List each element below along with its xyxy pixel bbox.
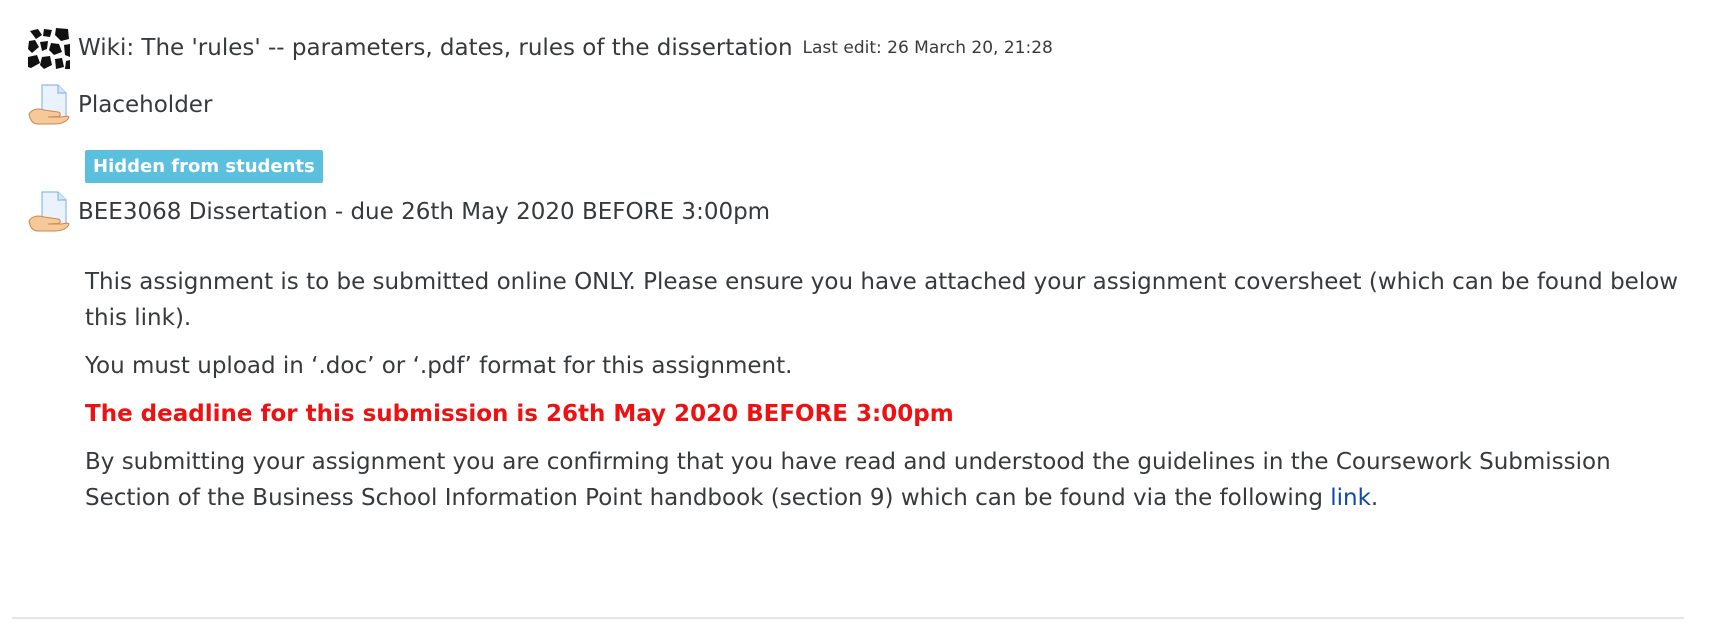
deadline-notice: The deadline for this submission is 26th…	[85, 401, 954, 427]
hidden-from-students-badge: Hidden from students	[85, 150, 323, 183]
dissertation-title-link[interactable]: BEE3068 Dissertation - due 26th May 2020…	[78, 199, 770, 225]
assignment-description: This assignment is to be submitted onlin…	[85, 264, 1685, 528]
guidelines-end: .	[1370, 485, 1379, 511]
handbook-link[interactable]: link	[1330, 485, 1371, 511]
activity-dissertation: BEE3068 Dissertation - due 26th May 2020…	[28, 191, 770, 233]
description-paragraph: This assignment is to be submitted onlin…	[85, 269, 1679, 331]
placeholder-title-link[interactable]: Placeholder	[78, 92, 212, 118]
wiki-title-link[interactable]: Wiki: The 'rules' -- parameters, dates, …	[78, 35, 793, 61]
wiki-icon[interactable]	[28, 27, 70, 69]
last-edit-text: Last edit: 26 March 20, 21:28	[802, 38, 1053, 58]
activity-placeholder: Placeholder	[28, 84, 212, 126]
format-paragraph: You must upload in ‘.doc’ or ‘.pdf’ form…	[85, 353, 793, 379]
assignment-icon[interactable]	[28, 84, 70, 126]
guidelines-text: By submitting your assignment you are co…	[85, 449, 1611, 511]
guidelines-paragraph: By submitting your assignment you are co…	[85, 444, 1685, 516]
assignment-icon[interactable]	[28, 191, 70, 233]
section-divider	[12, 617, 1684, 619]
activity-wiki: Wiki: The 'rules' -- parameters, dates, …	[28, 27, 1053, 69]
